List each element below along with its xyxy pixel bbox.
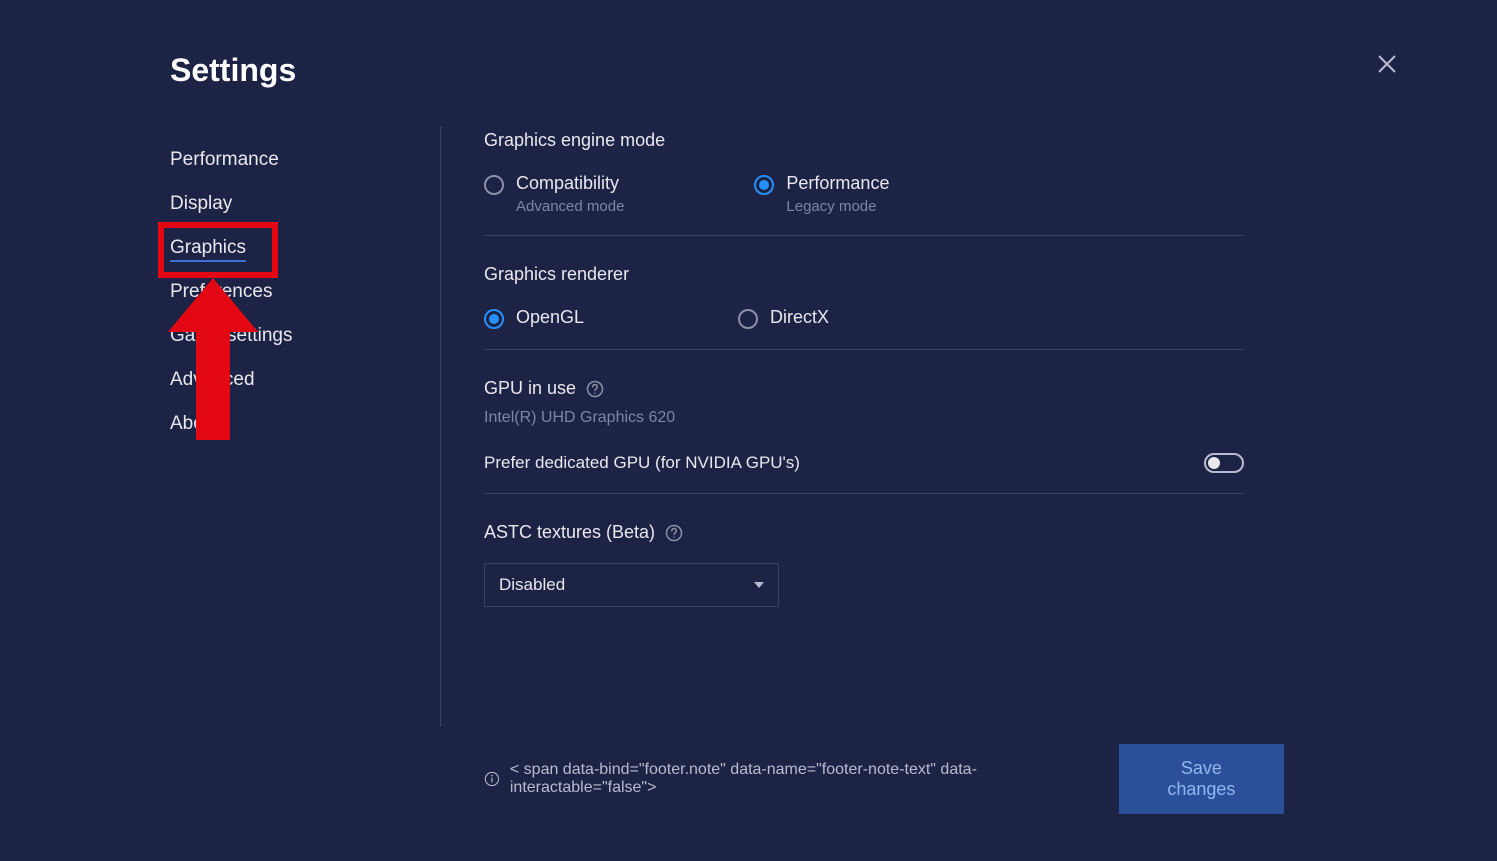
radio-main-label: OpenGL bbox=[516, 307, 584, 328]
radio-main-label: DirectX bbox=[770, 307, 829, 328]
engine-radio-row: Compatibility Advanced mode Performance … bbox=[484, 173, 1244, 215]
sidebar-item-label: Display bbox=[170, 193, 232, 214]
section-title-astc: ASTC textures (Beta) bbox=[484, 522, 1244, 543]
radio-button-icon bbox=[738, 309, 758, 329]
sidebar: Performance Display Graphics Preferences… bbox=[170, 138, 370, 446]
sidebar-item-advanced[interactable]: Advanced bbox=[170, 358, 370, 402]
sidebar-item-about[interactable]: About bbox=[170, 402, 370, 446]
footer-note: < span data-bind="footer.note" data-name… bbox=[484, 761, 1119, 797]
radio-main-label: Performance bbox=[786, 173, 889, 194]
toggle-label: Prefer dedicated GPU (for NVIDIA GPU's) bbox=[484, 453, 800, 473]
radio-button-icon bbox=[484, 175, 504, 195]
renderer-radio-row: OpenGL DirectX bbox=[484, 307, 1244, 329]
radio-button-icon bbox=[484, 309, 504, 329]
radio-labels: DirectX bbox=[770, 307, 829, 328]
prefer-dedicated-gpu-row: Prefer dedicated GPU (for NVIDIA GPU's) bbox=[484, 453, 1244, 473]
sidebar-item-graphics[interactable]: Graphics bbox=[170, 226, 246, 270]
radio-labels: Compatibility Advanced mode bbox=[516, 173, 624, 215]
radio-labels: Performance Legacy mode bbox=[786, 173, 889, 215]
gpu-value: Intel(R) UHD Graphics 620 bbox=[484, 409, 1244, 427]
close-icon bbox=[1375, 52, 1399, 76]
help-icon[interactable] bbox=[586, 380, 604, 398]
astc-title-text: ASTC textures (Beta) bbox=[484, 522, 655, 543]
sidebar-item-label: Graphics bbox=[170, 237, 246, 262]
page-title: Settings bbox=[170, 52, 296, 89]
radio-sub-label: Legacy mode bbox=[786, 198, 889, 215]
radio-performance[interactable]: Performance Legacy mode bbox=[754, 173, 889, 215]
close-button[interactable] bbox=[1375, 52, 1399, 76]
sidebar-item-label: Performance bbox=[170, 149, 279, 170]
content-panel: Graphics engine mode Compatibility Advan… bbox=[484, 130, 1244, 607]
divider bbox=[484, 493, 1244, 494]
divider bbox=[484, 349, 1244, 350]
radio-main-label: Compatibility bbox=[516, 173, 624, 194]
radio-button-icon bbox=[754, 175, 774, 195]
sidebar-item-label: Preferences bbox=[170, 281, 272, 302]
vertical-divider bbox=[440, 126, 441, 726]
sidebar-item-performance[interactable]: Performance bbox=[170, 138, 370, 182]
footer: < span data-bind="footer.note" data-name… bbox=[484, 744, 1284, 814]
sidebar-item-preferences[interactable]: Preferences bbox=[170, 270, 370, 314]
help-icon[interactable] bbox=[665, 524, 683, 542]
sidebar-item-label: About bbox=[170, 413, 220, 434]
section-title-engine: Graphics engine mode bbox=[484, 130, 1244, 151]
sidebar-item-label: Game settings bbox=[170, 325, 293, 346]
gpu-title-text: GPU in use bbox=[484, 378, 576, 399]
sidebar-item-display[interactable]: Display bbox=[170, 182, 370, 226]
radio-sub-label: Advanced mode bbox=[516, 198, 624, 215]
chevron-down-icon bbox=[754, 582, 764, 588]
page-header: Settings bbox=[170, 52, 296, 89]
divider bbox=[484, 235, 1244, 236]
sidebar-item-game-settings[interactable]: Game settings bbox=[170, 314, 370, 358]
select-value: Disabled bbox=[499, 575, 565, 595]
info-icon bbox=[484, 771, 500, 787]
section-title-gpu: GPU in use bbox=[484, 378, 1244, 399]
save-changes-button[interactable]: Save changes bbox=[1119, 744, 1284, 814]
radio-compatibility[interactable]: Compatibility Advanced mode bbox=[484, 173, 624, 215]
prefer-dedicated-gpu-toggle[interactable] bbox=[1204, 453, 1244, 473]
sidebar-item-label: Advanced bbox=[170, 369, 255, 390]
radio-directx[interactable]: DirectX bbox=[738, 307, 829, 329]
radio-labels: OpenGL bbox=[516, 307, 584, 328]
radio-opengl[interactable]: OpenGL bbox=[484, 307, 584, 329]
astc-select[interactable]: Disabled bbox=[484, 563, 779, 607]
section-title-renderer: Graphics renderer bbox=[484, 264, 1244, 285]
